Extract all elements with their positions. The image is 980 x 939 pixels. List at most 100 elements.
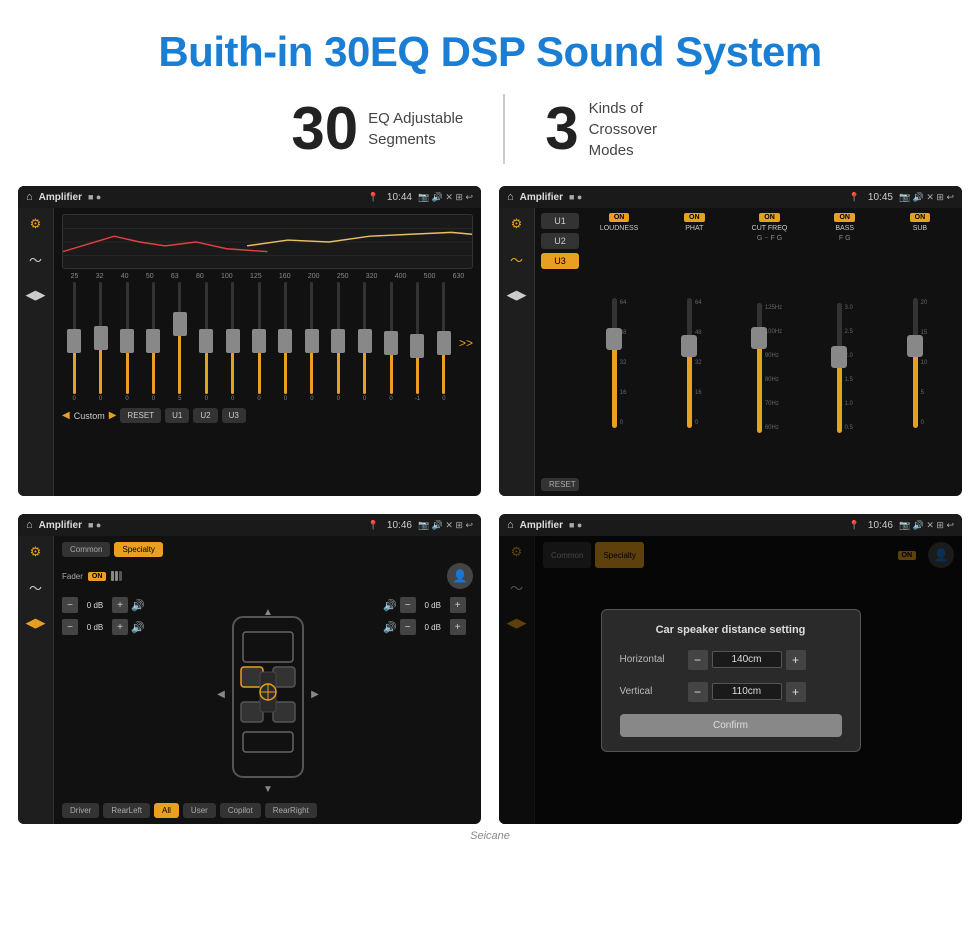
- home-icon[interactable]: ⌂: [26, 191, 33, 203]
- phat-slider[interactable]: 64 48 32 16 0: [687, 235, 702, 491]
- u1-btn[interactable]: U1: [165, 408, 189, 423]
- eq-slider-10[interactable]: 0: [300, 282, 324, 402]
- fader-on-badge[interactable]: ON: [88, 572, 107, 581]
- screen1-sidebar: ⚙ 〜 ◀▶: [18, 208, 54, 496]
- horizontal-input[interactable]: [712, 651, 782, 668]
- eq-slider-4[interactable]: 0: [141, 282, 165, 402]
- user-btn[interactable]: User: [183, 803, 216, 818]
- left-bottom-db-row: − 0 dB + 🔊: [62, 619, 152, 635]
- xo-u3-btn[interactable]: U3: [541, 253, 579, 269]
- screen3-location: 📍: [368, 520, 379, 531]
- rearleft-btn[interactable]: RearLeft: [103, 803, 150, 818]
- page-title: Buith-in 30EQ DSP Sound System: [0, 0, 980, 94]
- eq-slider-13[interactable]: 0: [379, 282, 403, 402]
- left-top-plus-btn[interactable]: +: [112, 597, 128, 613]
- eq-slider-15[interactable]: 0: [432, 282, 456, 402]
- sidebar-vol-icon[interactable]: ◀▶: [26, 287, 46, 303]
- screen2-content: U1 U2 U3 RESET ON LOUDNESS: [535, 208, 962, 496]
- xo-reset-btn[interactable]: RESET: [541, 478, 579, 491]
- eq-graph: [62, 214, 473, 269]
- speaker-br-icon: 🔊: [383, 621, 397, 634]
- cutfreq-slider[interactable]: 125Hz 100Hz 90Hz 80Hz 70Hz 60Hz: [757, 245, 782, 491]
- screen2-icons: ■ ●: [569, 192, 582, 202]
- home-icon-2[interactable]: ⌂: [507, 191, 514, 203]
- loudness-on[interactable]: ON: [609, 213, 630, 222]
- eq-more-icon[interactable]: >>: [459, 336, 473, 350]
- eq-slider-14[interactable]: -1: [405, 282, 429, 402]
- copilot-btn[interactable]: Copilot: [220, 803, 261, 818]
- rearright-btn[interactable]: RearRight: [265, 803, 317, 818]
- s2-wave-icon[interactable]: 〜: [510, 250, 523, 269]
- xo-sub-ch: ON SUB 20: [884, 213, 956, 491]
- next-btn[interactable]: ▶: [109, 410, 117, 421]
- sub-slider[interactable]: 20 15 10 5 0: [913, 235, 928, 491]
- screen3-title: Amplifier: [39, 520, 82, 531]
- u2-btn[interactable]: U2: [193, 408, 217, 423]
- s3-eq-icon[interactable]: ⚙: [30, 544, 42, 560]
- all-btn[interactable]: All: [154, 803, 179, 818]
- screen3-sidebar: ⚙ 〜 ◀▶: [18, 536, 54, 824]
- screen1-location: 📍: [368, 192, 379, 203]
- common-tab[interactable]: Common: [62, 542, 110, 557]
- eq-slider-5[interactable]: 5: [168, 282, 192, 402]
- reset-btn[interactable]: RESET: [120, 408, 161, 423]
- eq-slider-7[interactable]: 0: [220, 282, 244, 402]
- eq-slider-11[interactable]: 0: [326, 282, 350, 402]
- eq-slider-9[interactable]: 0: [273, 282, 297, 402]
- right-bottom-plus-btn[interactable]: +: [450, 619, 466, 635]
- bass-on[interactable]: ON: [834, 213, 855, 222]
- s2-vol-icon[interactable]: ◀▶: [507, 287, 527, 303]
- s3-wave-icon[interactable]: 〜: [29, 578, 42, 597]
- vertical-plus-btn[interactable]: +: [786, 682, 806, 702]
- home-icon-4[interactable]: ⌂: [507, 519, 514, 531]
- right-top-plus-btn[interactable]: +: [450, 597, 466, 613]
- s3-vol-icon[interactable]: ◀▶: [26, 615, 46, 631]
- user-icon[interactable]: 👤: [447, 563, 473, 589]
- left-bottom-minus-btn[interactable]: −: [62, 619, 78, 635]
- sub-on[interactable]: ON: [910, 213, 931, 222]
- svg-text:▼: ▼: [263, 784, 273, 795]
- right-bottom-minus-btn[interactable]: −: [400, 619, 416, 635]
- eq-slider-12[interactable]: 0: [352, 282, 376, 402]
- specialty-tab[interactable]: Specialty: [114, 542, 162, 557]
- sidebar-eq-icon[interactable]: ⚙: [30, 216, 42, 232]
- xo-phat-ch: ON PHAT 64: [658, 213, 730, 491]
- eq-slider-8[interactable]: 0: [247, 282, 271, 402]
- s2-eq-icon[interactable]: ⚙: [511, 216, 523, 232]
- cutfreq-on[interactable]: ON: [759, 213, 780, 222]
- car-diagram: ▲ ▼ ◀ ▶: [160, 597, 375, 797]
- vertical-label: Vertical: [620, 686, 680, 697]
- horizontal-label: Horizontal: [620, 654, 680, 665]
- screen4-controls: 📷 🔊 ✕ ⊞ ↩: [899, 520, 954, 531]
- xo-presets: U1 U2 U3 RESET: [541, 213, 579, 491]
- screen4-time: 10:46: [868, 520, 893, 531]
- bass-slider[interactable]: 3.0 2.5 2.0 1.5 1.0 0.5: [837, 245, 853, 491]
- sidebar-wave-icon[interactable]: 〜: [29, 250, 42, 269]
- home-icon-3[interactable]: ⌂: [26, 519, 33, 531]
- eq-slider-3[interactable]: 0: [115, 282, 139, 402]
- phat-on[interactable]: ON: [684, 213, 705, 222]
- xo-u2-btn[interactable]: U2: [541, 233, 579, 249]
- loudness-slider[interactable]: 64 48 32 16 0: [612, 235, 627, 491]
- left-bottom-plus-btn[interactable]: +: [112, 619, 128, 635]
- custom-label: Custom: [74, 411, 105, 421]
- screen3-layout: − 0 dB + 🔊 − 0 dB + 🔊: [62, 597, 473, 797]
- screen3-body: ⚙ 〜 ◀▶ Common Specialty Fader ON: [18, 536, 481, 824]
- vertical-input[interactable]: [712, 683, 782, 700]
- horizontal-plus-btn[interactable]: +: [786, 650, 806, 670]
- xo-u1-btn[interactable]: U1: [541, 213, 579, 229]
- xo-main-row: U1 U2 U3 RESET ON LOUDNESS: [541, 213, 956, 491]
- vertical-minus-btn[interactable]: −: [688, 682, 708, 702]
- eq-slider-6[interactable]: 0: [194, 282, 218, 402]
- u3-btn[interactable]: U3: [222, 408, 246, 423]
- eq-slider-1[interactable]: 0: [62, 282, 86, 402]
- dialog-title: Car speaker distance setting: [620, 624, 842, 636]
- eq-slider-2[interactable]: 0: [88, 282, 112, 402]
- prev-btn[interactable]: ◀: [62, 410, 70, 421]
- confirm-button[interactable]: Confirm: [620, 714, 842, 737]
- left-top-minus-btn[interactable]: −: [62, 597, 78, 613]
- horizontal-minus-btn[interactable]: −: [688, 650, 708, 670]
- right-top-minus-btn[interactable]: −: [400, 597, 416, 613]
- driver-btn[interactable]: Driver: [62, 803, 99, 818]
- fader-label: Fader: [62, 572, 83, 581]
